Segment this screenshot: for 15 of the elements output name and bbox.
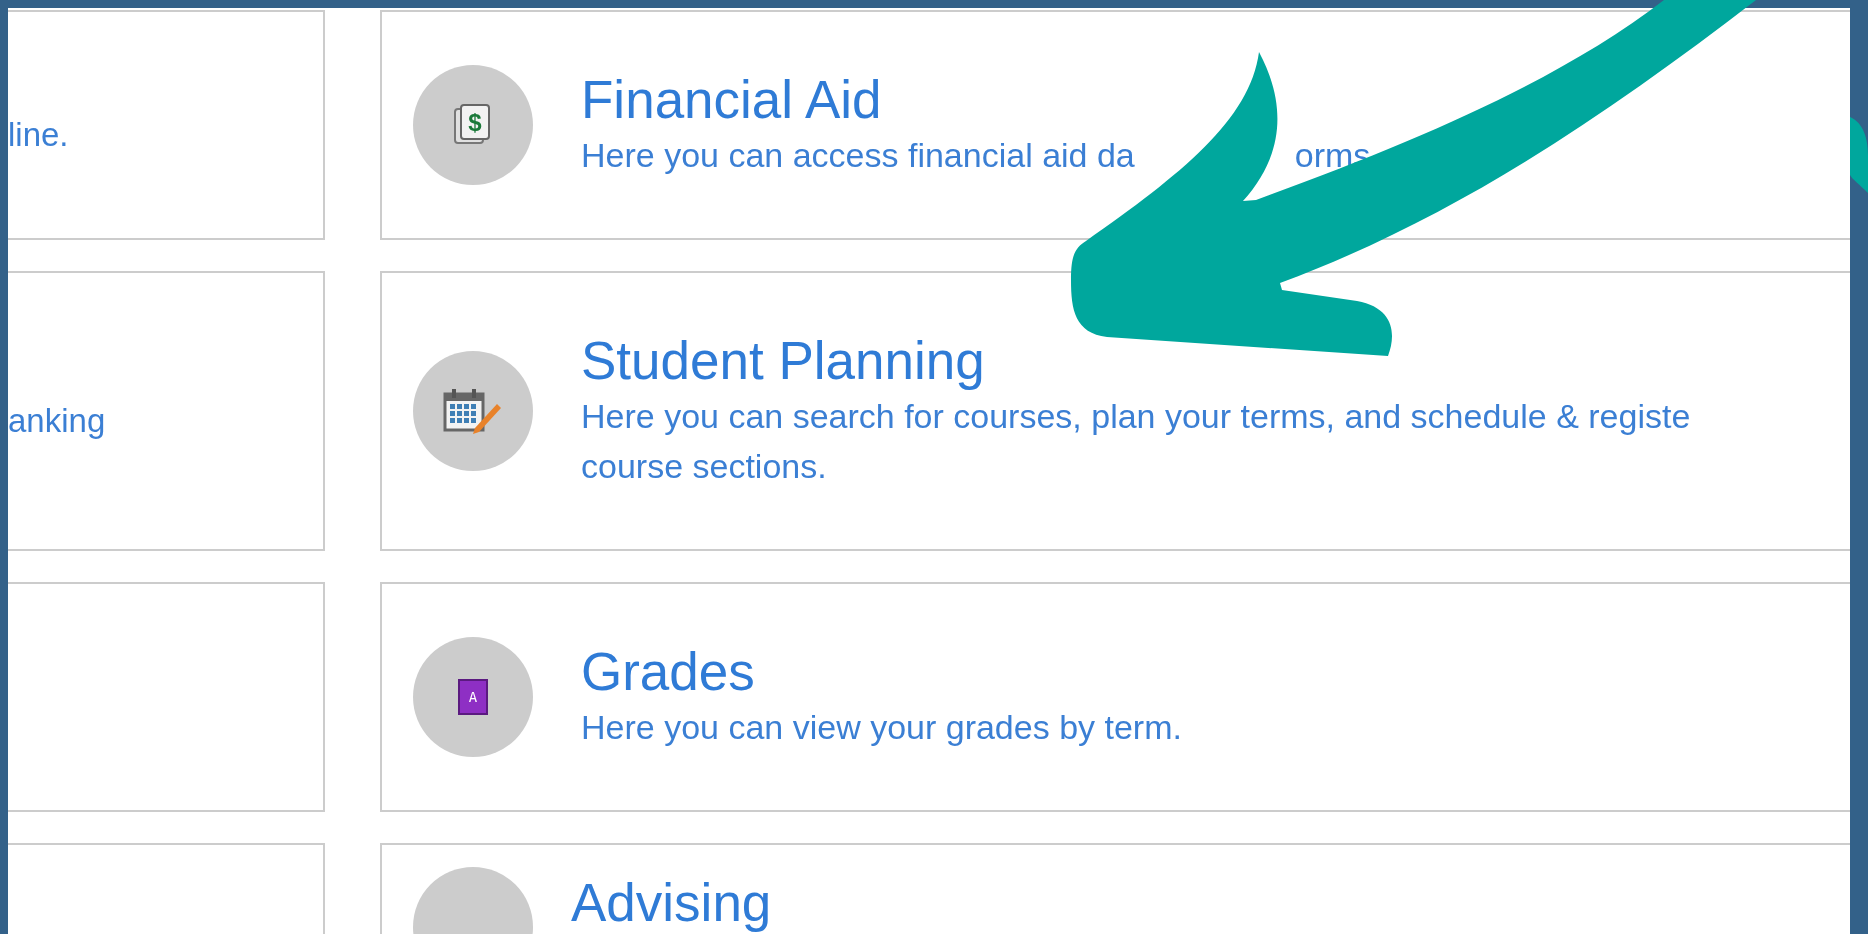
card[interactable]: Student Planning Here you can search for courses, plan your terms, and schedule & registe course sections.	[380, 271, 1850, 551]
grade-icon: A	[458, 679, 488, 715]
card-description: Here you can search for courses, plan your terms, and schedule & registe	[581, 396, 1691, 437]
card-title-link[interactable]: Student Planning	[581, 331, 985, 391]
card[interactable]: A Grades Here you can view your grades by term.	[380, 582, 1850, 812]
card-description: anking	[8, 401, 106, 442]
card-description: Here you can view your grades by term.	[581, 707, 1182, 748]
calendar-pencil-icon	[443, 388, 503, 434]
card-description: course sections.	[581, 446, 827, 487]
card-description: line.	[8, 115, 69, 156]
card-title-link[interactable]: Grades	[581, 642, 755, 702]
card-title-link[interactable]: Financial Aid	[581, 70, 882, 130]
card[interactable]: Advising	[380, 843, 1850, 934]
card-title-link[interactable]: Advising	[571, 873, 772, 933]
card-description: Here you can access financial aid da	[581, 135, 1135, 176]
